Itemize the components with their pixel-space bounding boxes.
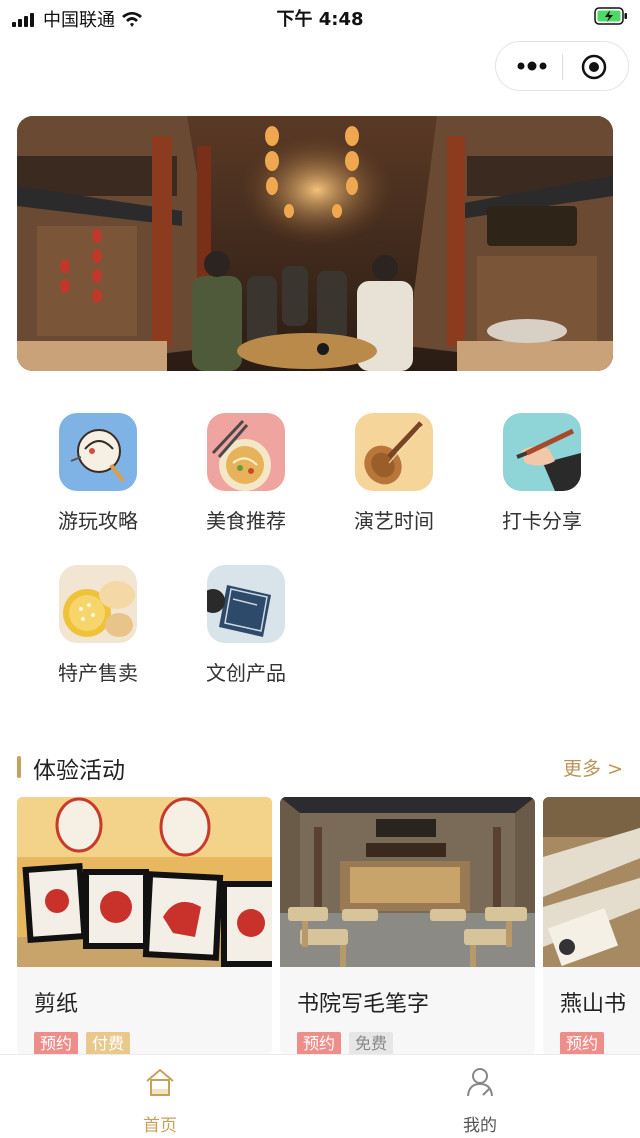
category-specialty-sale[interactable]: 特产售卖 bbox=[28, 565, 168, 686]
card-image-papercut bbox=[17, 797, 272, 967]
activities-section-header: 体验活动 更多 > bbox=[17, 750, 623, 784]
clock: 下午 4:48 bbox=[276, 9, 364, 30]
tab-mine[interactable]: 我的 bbox=[420, 1065, 540, 1136]
tag-free: 免费 bbox=[349, 1032, 394, 1055]
activity-tags: 预约 免费 bbox=[297, 1032, 401, 1055]
miniprogram-capsule bbox=[495, 41, 629, 91]
status-bar: 中国联通 下午 4:48 bbox=[0, 0, 640, 34]
banner-carousel[interactable] bbox=[17, 116, 613, 371]
activity-title: 剪纸 bbox=[34, 992, 79, 1017]
activity-title: 燕山书 bbox=[560, 992, 627, 1017]
activity-title: 书院写毛笔字 bbox=[297, 992, 430, 1017]
lantern-icon bbox=[59, 413, 137, 491]
battery-charging-icon bbox=[594, 7, 627, 25]
more-link[interactable]: 更多 > bbox=[563, 754, 623, 781]
close-target-icon[interactable] bbox=[581, 54, 607, 80]
tag-paid: 付费 bbox=[86, 1032, 131, 1055]
category-cultural-products[interactable]: 文创产品 bbox=[176, 565, 316, 686]
activity-card[interactable]: 剪纸 预约 付费 bbox=[17, 797, 272, 1055]
section-title: 体验活动 bbox=[33, 758, 125, 784]
category-performance[interactable]: 演艺时间 bbox=[324, 413, 464, 534]
tab-home[interactable]: 首页 bbox=[100, 1065, 220, 1136]
bottom-tab-bar: 首页 我的 bbox=[0, 1054, 640, 1138]
noodle-bowl-icon bbox=[207, 413, 285, 491]
tag-reservation: 预约 bbox=[560, 1032, 605, 1055]
activity-tags: 预约 付费 bbox=[34, 1032, 138, 1055]
category-checkin-share[interactable]: 打卡分享 bbox=[472, 413, 612, 534]
tab-label: 我的 bbox=[463, 1116, 497, 1136]
category-label: 特产售卖 bbox=[58, 661, 138, 685]
category-label: 打卡分享 bbox=[502, 509, 582, 533]
category-label: 美食推荐 bbox=[206, 509, 286, 533]
tag-reservation: 预约 bbox=[34, 1032, 79, 1055]
hand-brush-icon bbox=[503, 413, 581, 491]
more-icon[interactable] bbox=[516, 56, 548, 76]
book-icon bbox=[207, 565, 285, 643]
capsule-divider bbox=[562, 54, 563, 80]
category-label: 游玩攻略 bbox=[58, 509, 138, 533]
section-accent-bar bbox=[17, 756, 21, 778]
activity-card[interactable]: 书院写毛笔字 预约 免费 bbox=[280, 797, 535, 1055]
category-travel-guide[interactable]: 游玩攻略 bbox=[28, 413, 168, 534]
carousel-indicator[interactable] bbox=[317, 343, 329, 355]
category-label: 演艺时间 bbox=[354, 509, 434, 533]
tab-label: 首页 bbox=[143, 1116, 177, 1136]
pastry-icon bbox=[59, 565, 137, 643]
banner-image bbox=[17, 116, 613, 371]
user-icon bbox=[467, 1068, 493, 1097]
activity-card-list[interactable]: 剪纸 预约 付费 书院写毛笔字 预约 免费 燕山书 预约 bbox=[17, 797, 640, 1055]
home-icon bbox=[146, 1068, 174, 1096]
category-food[interactable]: 美食推荐 bbox=[176, 413, 316, 534]
pipa-instrument-icon bbox=[355, 413, 433, 491]
activity-tags: 预约 bbox=[560, 1032, 612, 1055]
category-label: 文创产品 bbox=[206, 661, 286, 685]
activity-card[interactable]: 燕山书 预约 bbox=[543, 797, 640, 1055]
tag-reservation: 预约 bbox=[297, 1032, 342, 1055]
card-image-calligraphy bbox=[543, 797, 640, 967]
card-image-academy bbox=[280, 797, 535, 967]
